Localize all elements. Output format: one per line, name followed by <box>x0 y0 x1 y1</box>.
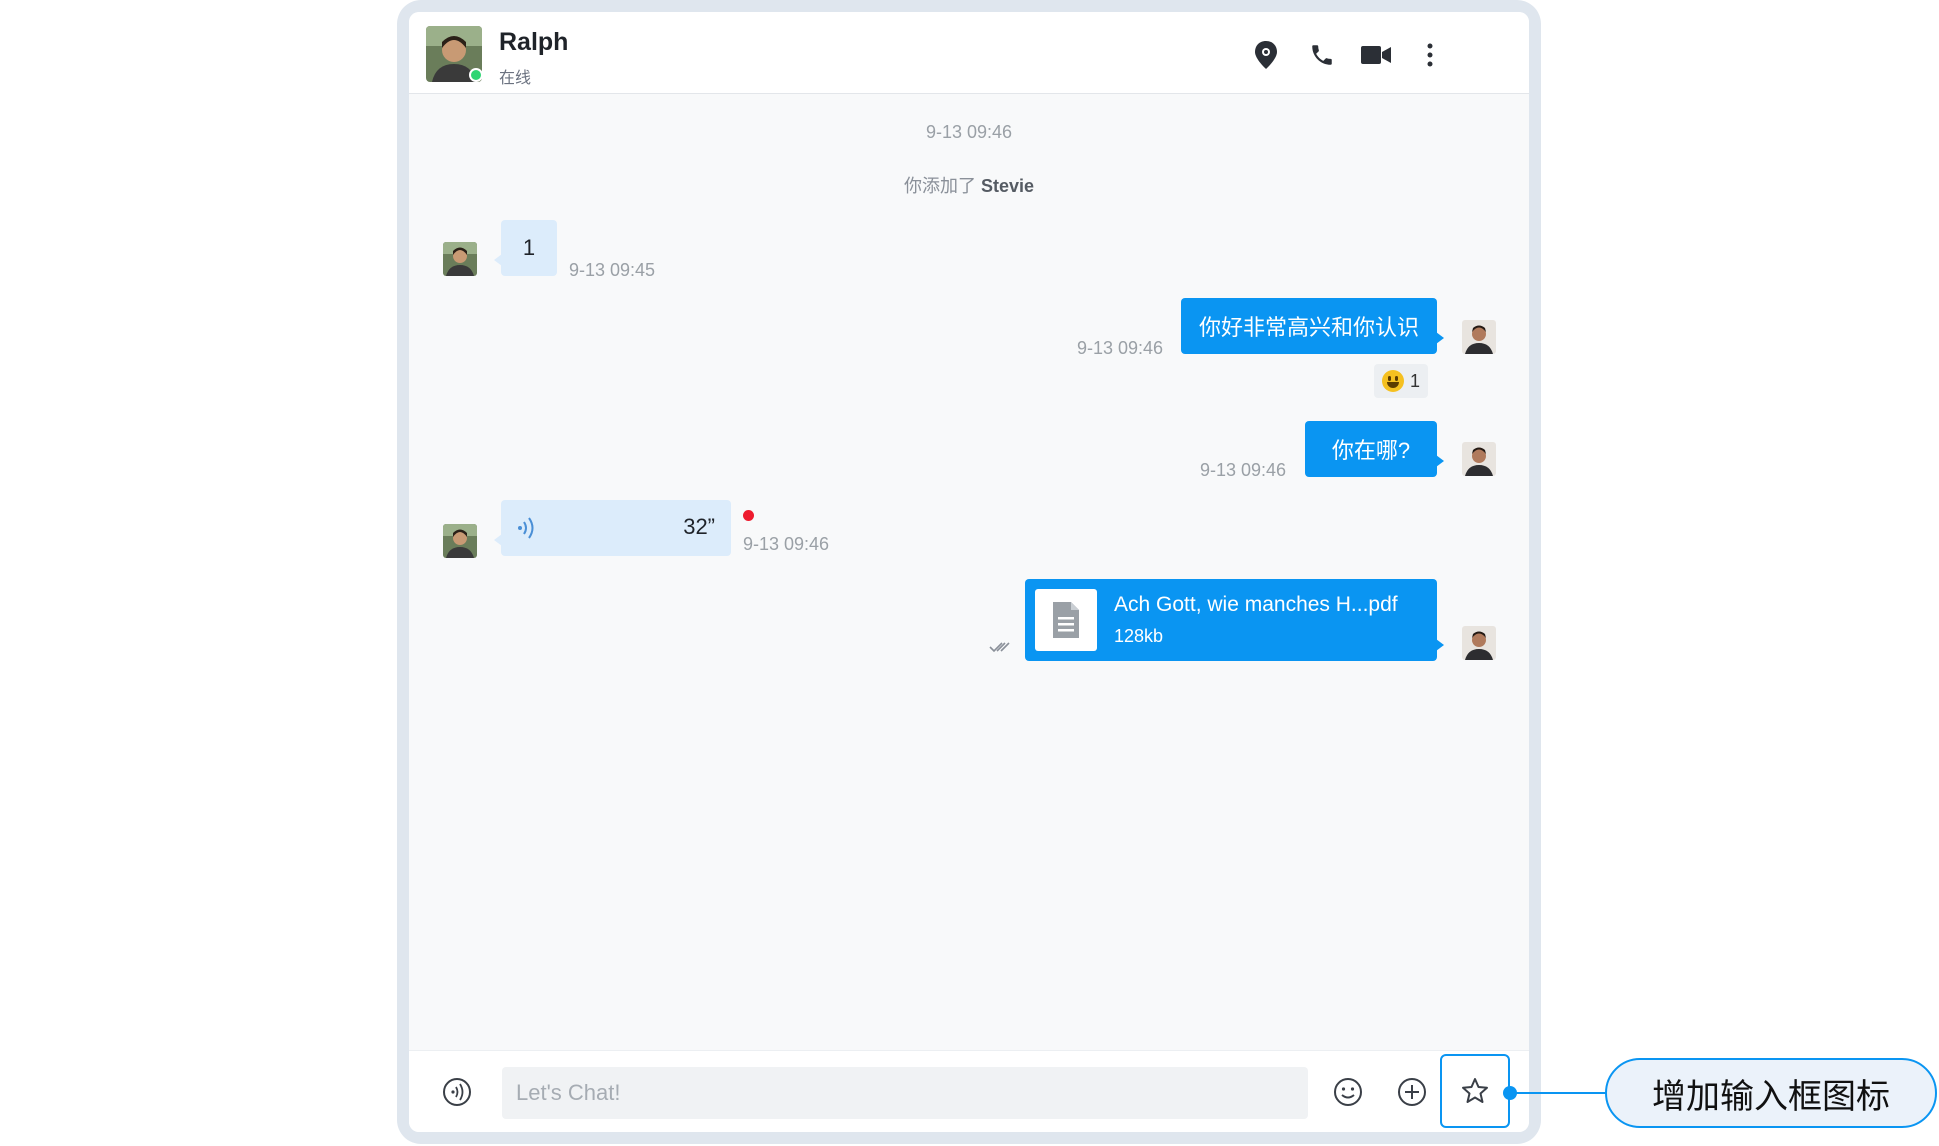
message-bubble-incoming[interactable]: 1 <box>494 220 557 276</box>
document-icon <box>1035 589 1097 651</box>
chat-window: Ralph 在线 9-13 09:46 你添加了 Stevie 1 9-13 0… <box>409 12 1529 1132</box>
contact-name: Ralph <box>499 28 569 56</box>
stage: Ralph 在线 9-13 09:46 你添加了 Stevie 1 9-13 0… <box>0 0 1939 1146</box>
message-bubble-outgoing[interactable]: 你好非常高兴和你认识 <box>1181 298 1444 354</box>
message-text: 1 <box>522 235 536 260</box>
phone-icon[interactable] <box>1305 38 1339 72</box>
callout-connector <box>1510 1092 1606 1094</box>
file-message-bubble[interactable]: Ach Gott, wie manches H...pdf 128kb <box>1025 579 1444 661</box>
file-size: 128kb <box>1114 626 1164 646</box>
contact-avatar-small[interactable] <box>443 242 477 276</box>
voice-wave-icon <box>517 516 537 546</box>
contact-status: 在线 <box>499 70 532 87</box>
my-avatar-small[interactable] <box>1462 626 1496 660</box>
video-call-icon[interactable] <box>1359 38 1393 72</box>
system-notice-text: 你添加了 <box>903 176 976 196</box>
annotation-callout: 增加输入框图标 <box>1605 1058 1937 1128</box>
voice-message-bubble[interactable]: 32” <box>494 500 731 556</box>
my-avatar-small[interactable] <box>1462 320 1496 354</box>
favorite-star-button[interactable] <box>1440 1054 1510 1128</box>
grinning-face-icon <box>1382 370 1404 392</box>
system-notice: 你添加了 Stevie <box>409 172 1529 198</box>
emoji-icon[interactable] <box>1328 1072 1368 1112</box>
message-text: 你在哪? <box>1331 438 1411 463</box>
timeline-timestamp: 9-13 09:46 <box>925 122 1013 142</box>
unread-indicator <box>743 510 754 521</box>
message-time: 9-13 09:46 <box>743 534 830 554</box>
message-time: 9-13 09:46 <box>1200 460 1287 480</box>
system-notice-user: Stevie <box>980 176 1035 196</box>
chat-header: Ralph 在线 <box>409 12 1529 94</box>
more-options-icon[interactable] <box>1413 38 1447 72</box>
add-attachment-icon[interactable] <box>1392 1072 1432 1112</box>
chat-input[interactable] <box>502 1067 1308 1119</box>
message-text: 你好非常高兴和你认识 <box>1198 315 1419 340</box>
voice-duration: 32” <box>683 514 715 539</box>
callout-anchor-dot <box>1503 1086 1517 1100</box>
contact-avatar-small[interactable] <box>443 524 477 558</box>
star-icon <box>1462 1078 1488 1103</box>
read-receipt-icon <box>989 640 1013 659</box>
voice-input-icon[interactable] <box>437 1072 477 1112</box>
message-composer <box>409 1050 1529 1132</box>
location-icon[interactable] <box>1249 38 1283 72</box>
message-bubble-outgoing[interactable]: 你在哪? <box>1305 421 1444 477</box>
reaction-count: 1 <box>1410 370 1421 391</box>
my-avatar-small[interactable] <box>1462 442 1496 476</box>
message-time: 9-13 09:45 <box>569 260 656 280</box>
file-name: Ach Gott, wie manches H...pdf <box>1114 593 1398 616</box>
message-time: 9-13 09:46 <box>1077 338 1164 358</box>
online-indicator <box>469 68 483 82</box>
message-reaction[interactable]: 1 <box>1374 364 1429 398</box>
